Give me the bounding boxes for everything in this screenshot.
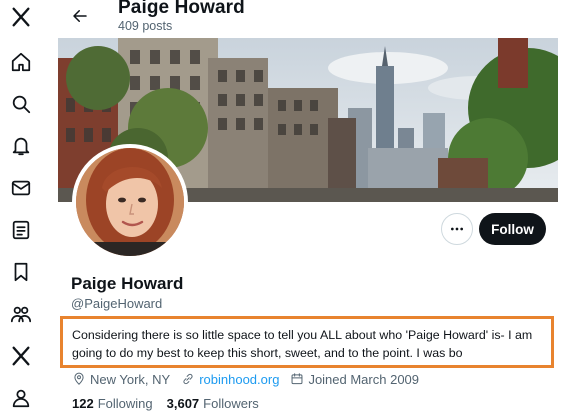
profile-bio: Considering there is so little space to …: [60, 316, 554, 368]
followers-label: Followers: [203, 396, 259, 411]
follow-button[interactable]: Follow: [479, 213, 546, 245]
location-pin-icon: [74, 372, 84, 385]
x-logo-icon[interactable]: [8, 4, 34, 30]
bookmarks-icon[interactable]: [8, 259, 34, 285]
avatar[interactable]: [72, 144, 188, 260]
calendar-icon: [291, 373, 303, 385]
followers-link[interactable]: 3,607 Followers: [167, 396, 259, 411]
following-count: 122: [72, 396, 94, 411]
lists-icon[interactable]: [8, 217, 34, 243]
profile-icon[interactable]: [8, 385, 34, 411]
back-button[interactable]: [68, 4, 92, 28]
joined-item: Joined March 2009: [290, 372, 419, 387]
followers-count: 3,607: [166, 396, 200, 411]
header-title: Paige Howard: [118, 0, 245, 18]
link-icon: [183, 373, 193, 385]
header-post-count: 409 posts: [118, 19, 173, 33]
arrow-left-icon: [73, 10, 87, 22]
notifications-icon[interactable]: [8, 133, 34, 159]
messages-icon[interactable]: [8, 175, 34, 201]
website-item[interactable]: robinhood.org: [181, 372, 279, 387]
sidebar-nav: [0, 0, 42, 418]
search-icon[interactable]: [8, 91, 34, 117]
profile-handle: @PaigeHoward: [71, 296, 163, 311]
communities-icon[interactable]: [8, 301, 34, 327]
joined-text: Joined March 2009: [308, 371, 420, 387]
profile-stats: 122 Following 3,607 Followers: [72, 396, 273, 411]
premium-x-icon[interactable]: [8, 343, 34, 369]
profile-meta: New York, NY robinhood.org Joined March …: [72, 370, 430, 388]
location-item: New York, NY: [72, 372, 170, 387]
home-icon[interactable]: [8, 49, 34, 75]
location-text: New York, NY: [90, 371, 171, 387]
more-options-button[interactable]: [441, 213, 473, 245]
following-label: Following: [97, 396, 153, 411]
following-link[interactable]: 122 Following: [72, 396, 153, 411]
ellipsis-icon: [451, 227, 463, 231]
profile-name: Paige Howard: [71, 274, 184, 293]
website-link[interactable]: robinhood.org: [199, 372, 279, 387]
